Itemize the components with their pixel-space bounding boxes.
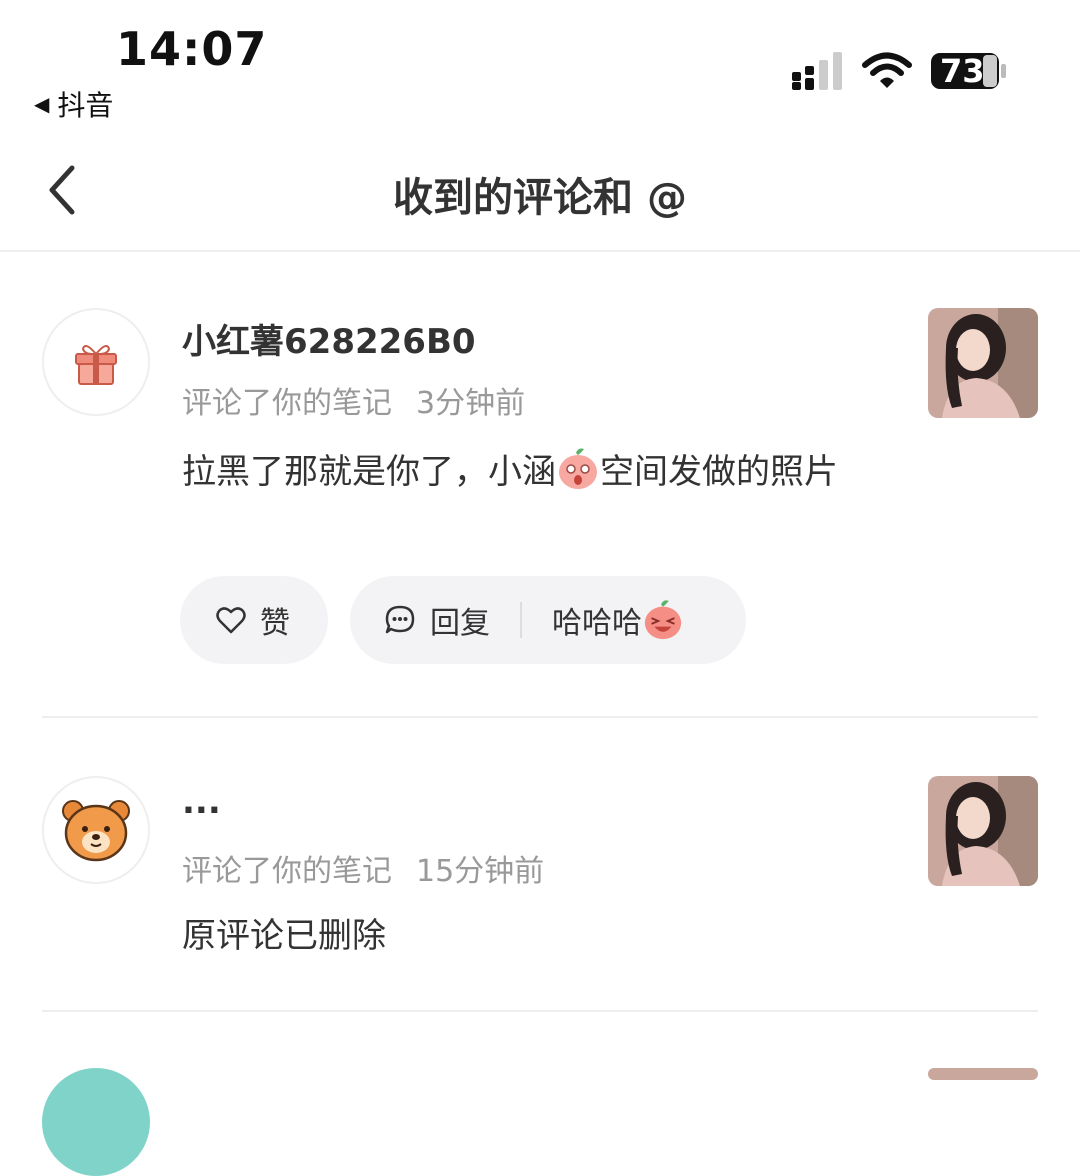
- comment-text-part1: 拉黑了那就是你了，小涵: [182, 452, 556, 492]
- action-text: 评论了你的笔记: [182, 854, 392, 889]
- comment-text[interactable]: 原评论已删除: [182, 910, 386, 962]
- note-thumbnail[interactable]: [928, 308, 1038, 418]
- like-button[interactable]: 赞: [180, 576, 328, 664]
- back-to-app[interactable]: ◀ 抖音: [34, 84, 113, 124]
- heart-icon: [216, 607, 246, 634]
- battery-indicator: 73: [930, 50, 1008, 92]
- bear-icon: [62, 800, 130, 862]
- cellular-signal-icon: [792, 52, 842, 90]
- notification-meta: 评论了你的笔记 15分钟前: [182, 846, 544, 890]
- timestamp: 3分钟前: [416, 386, 526, 421]
- quick-reply-label: 哈哈哈: [552, 606, 642, 641]
- comment-text-part2: 空间发做的照片: [600, 452, 838, 492]
- pill-separator: [520, 602, 522, 638]
- page-title: 收到的评论和 @: [393, 175, 687, 221]
- row-divider: [42, 1010, 1038, 1012]
- back-triangle-icon: ◀: [34, 92, 50, 116]
- username[interactable]: 小红薯628226B0: [182, 314, 476, 363]
- comment-text[interactable]: 拉黑了那就是你了，小涵 空间发做的照片: [182, 446, 882, 498]
- speech-bubble-icon: [385, 605, 415, 634]
- battery-level: 73: [940, 52, 985, 90]
- username[interactable]: ...: [182, 782, 221, 822]
- like-label: 赞: [260, 606, 290, 641]
- laughing-peach-emoji-icon: [644, 600, 682, 640]
- nav-divider: [0, 250, 1080, 252]
- note-photo: [928, 776, 1038, 886]
- note-thumbnail[interactable]: [928, 776, 1038, 886]
- reply-label: 回复: [430, 606, 490, 641]
- note-thumbnail[interactable]: [928, 1068, 1038, 1080]
- reply-button[interactable]: 回复: [384, 598, 490, 642]
- peach-emoji-icon: [559, 448, 597, 489]
- status-time: 14:07: [116, 22, 268, 76]
- quick-reply-button[interactable]: 哈哈哈: [552, 598, 684, 642]
- notification-meta: 评论了你的笔记 3分钟前: [182, 378, 525, 422]
- back-app-label: 抖音: [57, 89, 114, 122]
- timestamp: 15分钟前: [416, 854, 545, 889]
- note-photo: [928, 308, 1038, 418]
- action-text: 评论了你的笔记: [182, 386, 392, 421]
- gift-icon: [75, 344, 117, 385]
- avatar-partial[interactable]: [42, 1068, 150, 1176]
- avatar-gift[interactable]: [42, 308, 150, 416]
- row-divider: [42, 716, 1038, 718]
- avatar-bear[interactable]: [42, 776, 150, 884]
- reply-pill[interactable]: 回复 哈哈哈: [350, 576, 746, 664]
- wifi-icon: [862, 52, 912, 88]
